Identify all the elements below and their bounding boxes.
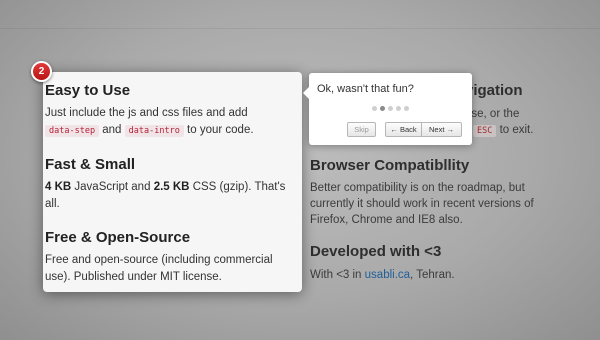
data-step-code: data-step xyxy=(45,125,100,137)
fast-text-1: JavaScript and xyxy=(74,181,151,193)
step-bullet-3[interactable] xyxy=(388,106,393,111)
section-text-developed: With <3 in usabli.ca, Tehran. xyxy=(310,267,560,283)
tooltip-arrow xyxy=(303,87,309,99)
developed-text-after: , Tehran. xyxy=(410,269,455,281)
section-text-fast-small: 4 KB JavaScript and 2.5 KB CSS (gzip). T… xyxy=(45,179,300,213)
tooltip-text: Ok, wasn't that fun? xyxy=(317,83,414,95)
step-bullet-5[interactable] xyxy=(404,106,409,111)
skip-button[interactable]: Skip xyxy=(347,122,376,137)
section-free-open-source: Free & Open-Source Free and open-source … xyxy=(45,229,300,286)
section-text-browser-compat: Better compatibility is on the roadmap, … xyxy=(310,182,534,226)
section-title-navigation: vigation xyxy=(465,82,523,99)
tooltip-buttons: Skip ← Back Next → xyxy=(347,122,462,137)
section-easy-to-use: Easy to Use Just include the js and css … xyxy=(45,82,300,140)
section-title-free-open-source: Free & Open-Source xyxy=(45,229,191,246)
step-bullet-4[interactable] xyxy=(396,106,401,111)
section-text-navigation-2: ESC to exit. xyxy=(473,122,593,139)
step-number-badge: 2 xyxy=(31,61,52,82)
esc-suffix: to exit. xyxy=(499,124,534,136)
section-fast-small: Fast & Small 4 KB JavaScript and 2.5 KB … xyxy=(45,156,300,213)
step-bullet-2[interactable] xyxy=(380,106,385,111)
section-title-developed: Developed with <3 xyxy=(310,243,442,260)
esc-key-code: ESC xyxy=(473,125,497,137)
left-column: Easy to Use Just include the js and css … xyxy=(45,82,300,302)
data-intro-code: data-intro xyxy=(124,125,184,137)
section-title-fast-small: Fast & Small xyxy=(45,156,136,173)
page-top-divider xyxy=(0,28,600,29)
step-bullet-1[interactable] xyxy=(372,106,377,111)
section-title-browser-compat: Browser Compatibllity xyxy=(310,157,470,174)
section-title-easy-to-use: Easy to Use xyxy=(45,82,131,99)
easy-text-2: to your code. xyxy=(187,124,254,136)
back-button[interactable]: ← Back xyxy=(385,122,422,137)
section-text-free-open-source: Free and open-source (including commerci… xyxy=(45,254,273,283)
usablica-link[interactable]: usabli.ca xyxy=(365,269,410,281)
developed-text-before: With <3 in xyxy=(310,269,362,281)
section-text-navigation-1: use, or the xyxy=(465,108,520,120)
intro-tooltip: Ok, wasn't that fun? Skip ← Back Next → xyxy=(303,73,472,145)
step-bullets xyxy=(309,106,472,111)
easy-text-1: Just include the js and css files and ad… xyxy=(45,107,248,119)
section-text-easy-to-use: Just include the js and css files and ad… xyxy=(45,105,300,140)
css-size: 2.5 KB xyxy=(153,181,190,193)
easy-and: and xyxy=(102,124,122,136)
next-button[interactable]: Next → xyxy=(422,122,462,137)
js-size: 4 KB xyxy=(45,181,72,193)
